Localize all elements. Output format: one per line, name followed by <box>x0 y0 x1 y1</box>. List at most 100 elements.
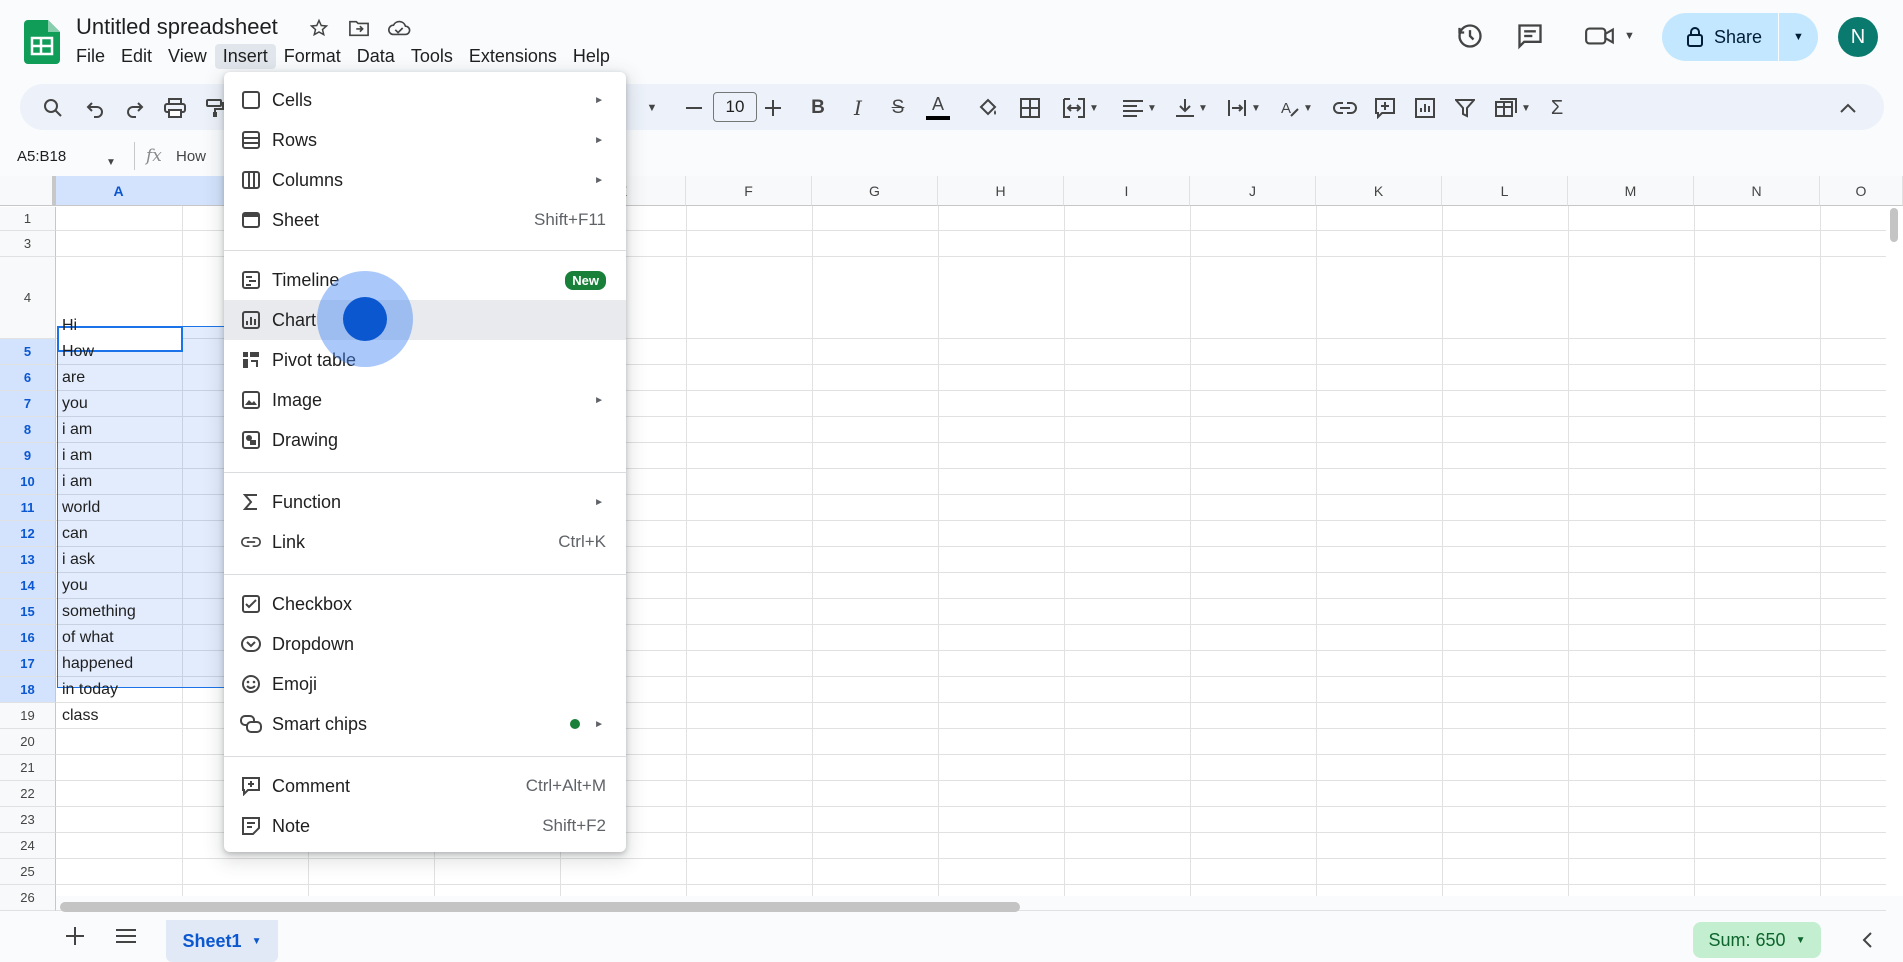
row-header-13[interactable]: 13 <box>0 547 56 573</box>
italic-icon[interactable]: I <box>846 96 870 120</box>
row-header-1[interactable]: 1 <box>0 207 56 231</box>
row-header-22[interactable]: 22 <box>0 781 56 807</box>
insert-menu-item-chart[interactable]: Chart <box>224 300 626 340</box>
menu-view[interactable]: View <box>160 44 215 69</box>
insert-link-icon[interactable] <box>1333 96 1357 120</box>
row-header-14[interactable]: 14 <box>0 573 56 599</box>
undo-icon[interactable] <box>83 96 107 120</box>
name-box[interactable]: A5:B18 <box>17 148 66 165</box>
menu-data[interactable]: Data <box>349 44 403 69</box>
font-size-input[interactable]: 10 <box>713 92 757 122</box>
version-history-icon[interactable] <box>1456 22 1484 55</box>
insert-menu-item-image[interactable]: Image ► <box>224 380 626 420</box>
insert-menu-item-comment[interactable]: Comment Ctrl+Alt+M <box>224 766 626 806</box>
all-sheets-menu-icon[interactable] <box>116 928 136 949</box>
row-header-23[interactable]: 23 <box>0 807 56 833</box>
horizontal-align-icon[interactable]: ▼ <box>1120 96 1160 120</box>
insert-menu-item-cells[interactable]: Cells ► <box>224 80 626 120</box>
print-icon[interactable] <box>163 96 187 120</box>
column-header-a[interactable]: A <box>56 176 182 206</box>
column-header-m[interactable]: M <box>1568 176 1694 206</box>
cell-a6[interactable]: are <box>62 369 85 387</box>
add-sheet-icon[interactable] <box>66 926 86 951</box>
row-header-18[interactable]: 18 <box>0 677 56 703</box>
share-button[interactable]: Share <box>1662 13 1779 61</box>
row-header-11[interactable]: 11 <box>0 495 56 521</box>
cell-a11[interactable]: world <box>62 499 100 517</box>
row-header-21[interactable]: 21 <box>0 755 56 781</box>
row-header-9[interactable]: 9 <box>0 443 56 469</box>
insert-menu-item-function[interactable]: Function ► <box>224 482 626 522</box>
column-header-o[interactable]: O <box>1820 176 1903 206</box>
search-menus-icon[interactable] <box>41 96 65 120</box>
insert-menu-item-rows[interactable]: Rows ► <box>224 120 626 160</box>
menu-help[interactable]: Help <box>565 44 618 69</box>
menu-tools[interactable]: Tools <box>403 44 461 69</box>
menu-file[interactable]: File <box>68 44 113 69</box>
row-header-3[interactable]: 3 <box>0 231 56 257</box>
text-wrapping-icon[interactable]: ▼ <box>1224 96 1264 120</box>
insert-chart-icon[interactable] <box>1413 96 1437 120</box>
cell-a12[interactable]: can <box>62 525 88 543</box>
font-dropdown-arrow-icon[interactable]: ▼ <box>640 96 664 120</box>
column-header-j[interactable]: J <box>1190 176 1316 206</box>
insert-menu-item-checkbox[interactable]: Checkbox <box>224 584 626 624</box>
cell-a7[interactable]: you <box>62 395 88 413</box>
cell-a13[interactable]: i ask <box>62 551 95 569</box>
row-header-26[interactable]: 26 <box>0 885 56 911</box>
cell-a14[interactable]: you <box>62 577 88 595</box>
text-color-icon[interactable]: A <box>926 92 950 122</box>
row-header-19[interactable]: 19 <box>0 703 56 729</box>
vertical-align-icon[interactable]: ▼ <box>1172 96 1212 120</box>
meet-button[interactable]: ▼ <box>1584 24 1635 48</box>
cell-a16[interactable]: of what <box>62 629 114 647</box>
insert-menu-item-timeline[interactable]: Timeline New <box>224 260 626 300</box>
cloud-saved-icon[interactable] <box>386 15 412 41</box>
formula-input[interactable]: How <box>176 148 206 165</box>
insert-menu-item-link[interactable]: Link Ctrl+K <box>224 522 626 562</box>
insert-menu-item-note[interactable]: Note Shift+F2 <box>224 806 626 846</box>
sum-explore-button[interactable]: Sum: 650 ▼ <box>1693 922 1821 958</box>
merge-cells-icon[interactable]: ▼ <box>1058 96 1104 120</box>
filter-icon[interactable] <box>1453 96 1477 120</box>
cell-a9[interactable]: i am <box>62 447 92 465</box>
row-header-15[interactable]: 15 <box>0 599 56 625</box>
move-folder-icon[interactable] <box>346 15 372 41</box>
comments-icon[interactable] <box>1516 22 1544 55</box>
share-options-dropdown[interactable]: ▼ <box>1779 31 1818 43</box>
row-header-10[interactable]: 10 <box>0 469 56 495</box>
cell-a17[interactable]: happened <box>62 655 133 673</box>
cell-a5[interactable]: How <box>62 343 94 361</box>
insert-comment-icon[interactable] <box>1373 96 1397 120</box>
insert-menu-item-emoji[interactable]: Emoji <box>224 664 626 704</box>
column-header-i[interactable]: I <box>1064 176 1190 206</box>
row-header-6[interactable]: 6 <box>0 365 56 391</box>
insert-menu-item-smart-chips[interactable]: Smart chips ► <box>224 704 626 744</box>
cell-a10[interactable]: i am <box>62 473 92 491</box>
menu-insert[interactable]: Insert <box>214 44 276 69</box>
caret-down-icon[interactable]: ▼ <box>252 936 262 947</box>
row-header-4[interactable]: 4 <box>0 257 56 339</box>
cell-a15[interactable]: something <box>62 603 136 621</box>
sheets-logo-icon[interactable] <box>24 20 60 64</box>
row-header-7[interactable]: 7 <box>0 391 56 417</box>
row-header-20[interactable]: 20 <box>0 729 56 755</box>
column-header-h[interactable]: H <box>938 176 1064 206</box>
cell-a8[interactable]: i am <box>62 421 92 439</box>
row-header-16[interactable]: 16 <box>0 625 56 651</box>
horizontal-scrollbar[interactable] <box>60 902 1020 912</box>
cell-a19[interactable]: class <box>62 707 98 725</box>
account-avatar[interactable]: N <box>1838 17 1878 57</box>
menu-edit[interactable]: Edit <box>113 44 160 69</box>
row-header-17[interactable]: 17 <box>0 651 56 677</box>
document-title[interactable]: Untitled spreadsheet <box>76 14 278 40</box>
row-header-5[interactable]: 5 <box>0 339 56 365</box>
vertical-scrollbar[interactable] <box>1890 208 1898 242</box>
row-header-8[interactable]: 8 <box>0 417 56 443</box>
side-panel-chevron-left-icon[interactable] <box>1862 932 1872 953</box>
column-header-n[interactable]: N <box>1694 176 1820 206</box>
borders-icon[interactable] <box>1018 96 1042 120</box>
collapse-toolbar-chevron-up-icon[interactable] <box>1836 96 1860 120</box>
functions-sigma-icon[interactable]: Σ <box>1545 96 1569 120</box>
insert-menu-item-dropdown[interactable]: Dropdown <box>224 624 626 664</box>
